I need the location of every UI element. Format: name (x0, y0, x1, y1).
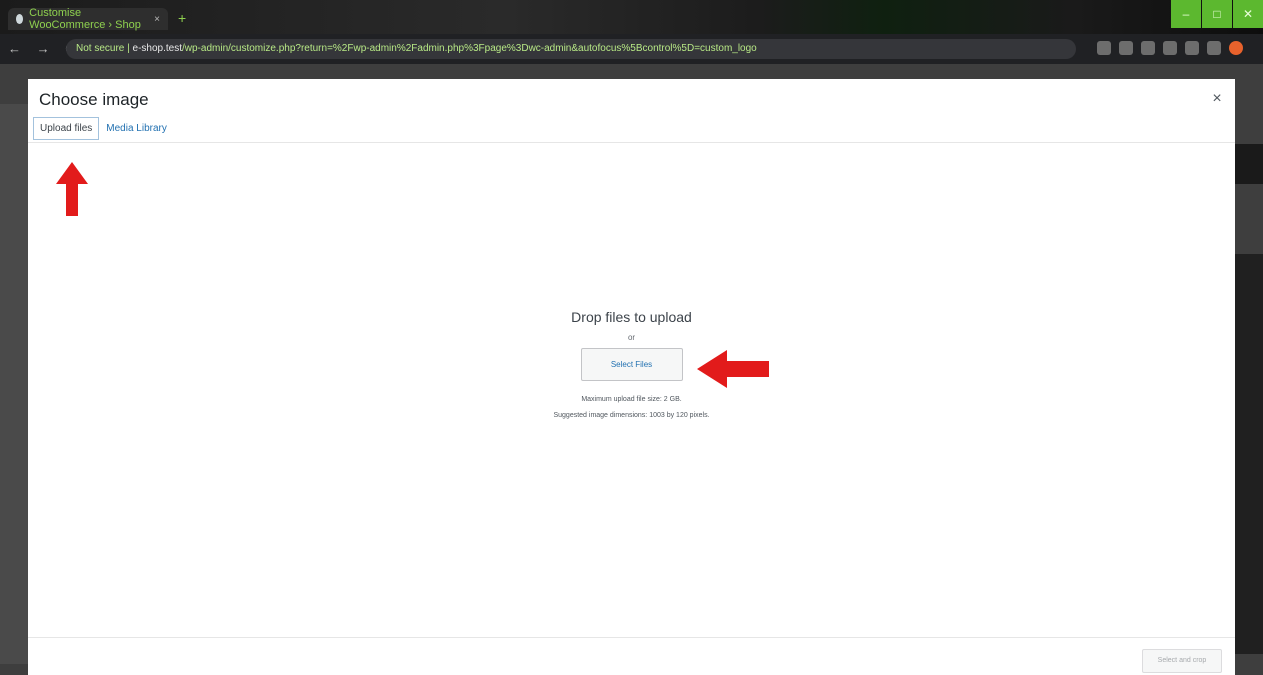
tab-close-icon[interactable]: × (154, 14, 160, 25)
preview-header (1233, 144, 1263, 184)
extension-icon[interactable] (1119, 41, 1133, 55)
browser-tab[interactable]: Customise WooCommerce › Shop × (8, 7, 168, 31)
modal-title: Choose image (39, 90, 149, 109)
browser-toolbar: ← → C Not secure | e-shop.test/wp-admin/… (0, 34, 1263, 64)
modal-close-button[interactable]: × (1209, 91, 1225, 107)
max-upload-size-text: Maximum upload file size: 2 GB. (581, 396, 682, 403)
or-text: or (627, 333, 636, 342)
choose-image-modal: Choose image × Upload files Media Librar… (28, 79, 1235, 675)
address-bar[interactable]: Not secure | e-shop.test/wp-admin/custom… (66, 39, 1076, 59)
red-arrow-left-icon (697, 350, 769, 388)
url-host: e-shop.test (132, 43, 182, 54)
extension-icon[interactable] (1141, 41, 1155, 55)
upload-dropzone[interactable]: Drop files to upload or Select Files Max… (28, 309, 1235, 419)
browser-tab-bar: Customise WooCommerce › Shop × + – □ ✕ (0, 0, 1263, 34)
tab-media-library[interactable]: Media Library (99, 117, 174, 140)
footer-divider (28, 637, 1235, 638)
window-close-button[interactable]: ✕ (1233, 0, 1263, 28)
url-path: /wp-admin/customize.php?return=%2Fwp-adm… (182, 43, 757, 54)
red-arrow-up-icon (56, 162, 88, 216)
suggested-dimensions-text: Suggested image dimensions: 1003 by 120 … (553, 412, 710, 419)
security-indicator[interactable]: Not secure | (76, 43, 133, 54)
maximize-button[interactable]: □ (1202, 0, 1232, 28)
browser-tab-title: Customise WooCommerce › Shop (29, 7, 141, 31)
extension-icons (1097, 41, 1243, 55)
modal-tabs: Upload files Media Library (33, 117, 174, 140)
drop-files-heading: Drop files to upload (571, 309, 692, 325)
profile-avatar[interactable] (1229, 41, 1243, 55)
customizer-panel (0, 104, 28, 664)
new-tab-button[interactable]: + (178, 10, 186, 26)
preview-area (1233, 254, 1263, 654)
puzzle-icon[interactable] (1185, 41, 1199, 55)
select-files-button[interactable]: Select Files (580, 348, 683, 381)
extension-icon[interactable] (1163, 41, 1177, 55)
extension-icon[interactable] (1097, 41, 1111, 55)
select-and-crop-button[interactable]: Select and crop (1142, 649, 1222, 673)
minimize-button[interactable]: – (1171, 0, 1201, 28)
tab-upload-files[interactable]: Upload files (33, 117, 100, 140)
window-controls: – □ ✕ (1170, 0, 1263, 30)
tabs-divider (28, 142, 1235, 143)
site-favicon-icon (16, 14, 24, 24)
sidebar-icon[interactable] (1207, 41, 1221, 55)
